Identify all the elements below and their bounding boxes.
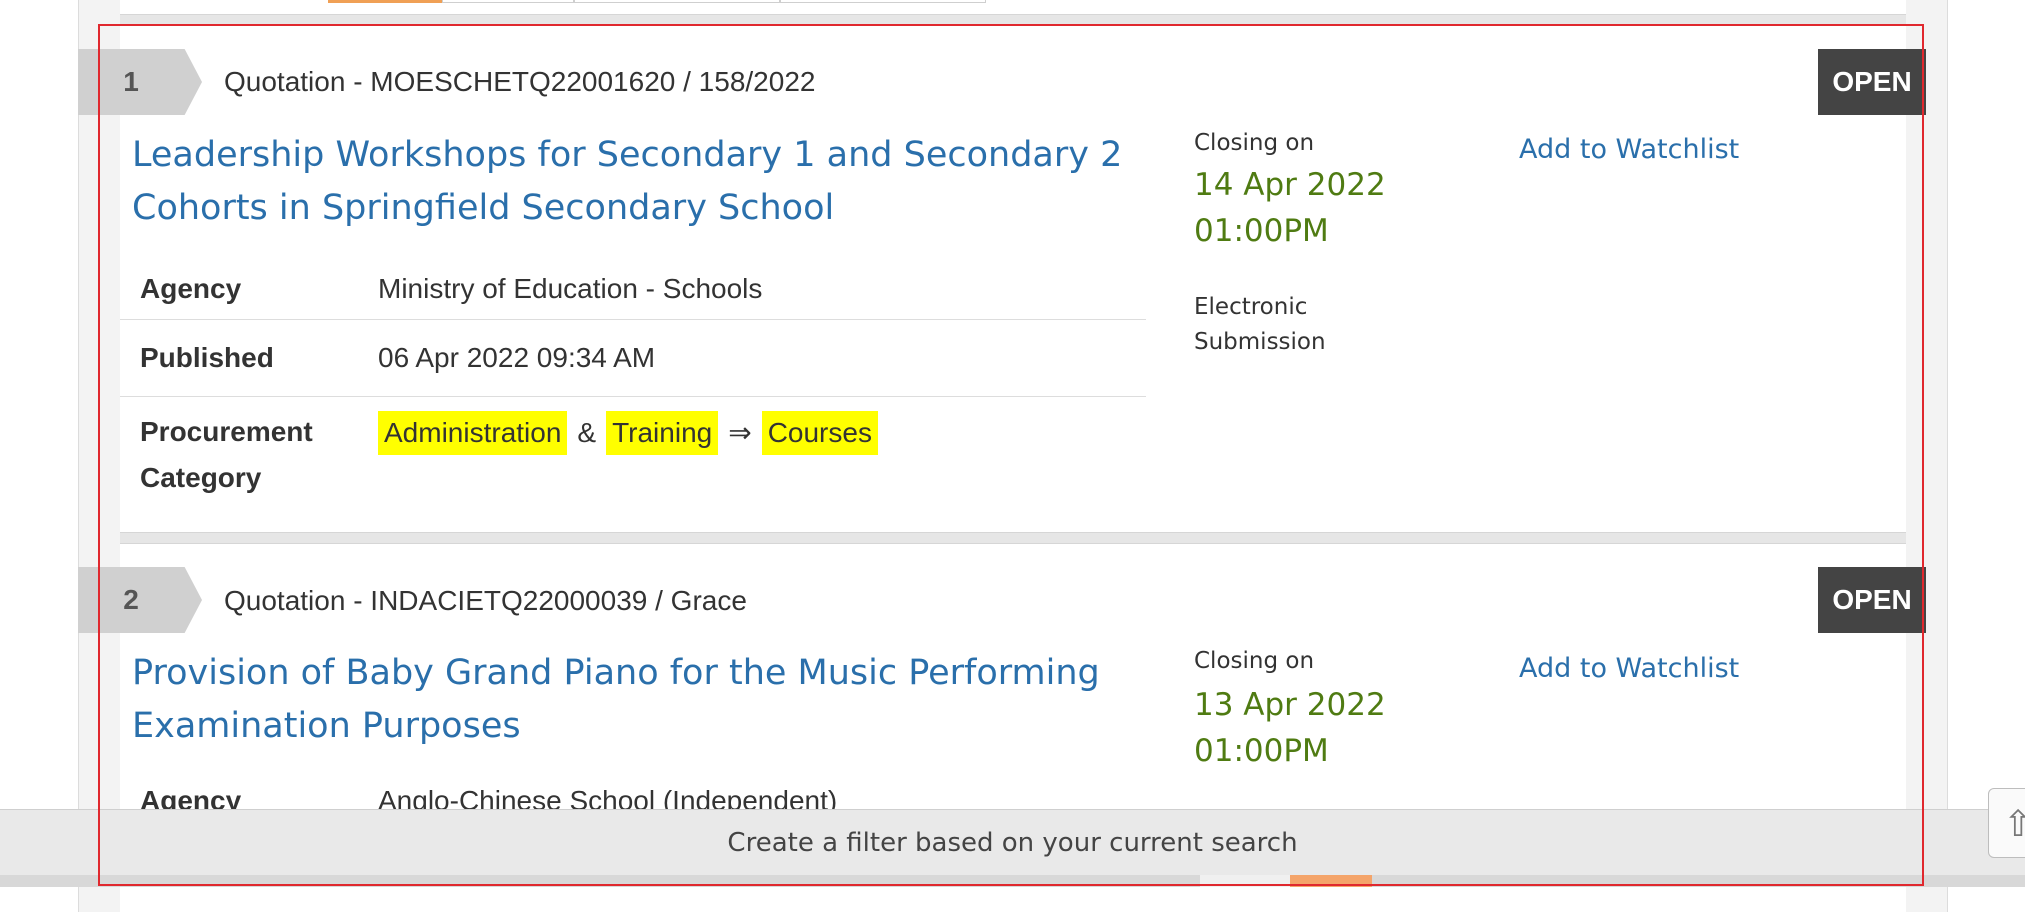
tender-title-line: Leadership Workshops for Secondary 1 and… xyxy=(132,135,1123,175)
page-margin-left xyxy=(0,0,78,912)
add-to-watchlist-link[interactable]: Add to Watchlist xyxy=(1519,653,1739,684)
section-divider xyxy=(120,14,1906,26)
closing-time: 01:00PM xyxy=(1194,733,1329,769)
tender-title-line: Cohorts in Springfield Secondary School xyxy=(132,188,835,228)
closing-label: Closing on xyxy=(1194,648,1315,674)
closing-date: 13 Apr 2022 xyxy=(1194,687,1386,723)
procurement-category: Administration & Training ⇒ Courses xyxy=(378,409,878,455)
closing-label: Closing on xyxy=(1194,130,1315,156)
submission-line: Submission xyxy=(1194,329,1326,355)
detail-label: Agency xyxy=(140,272,242,304)
result-rank-badge: 1 xyxy=(78,49,202,115)
submission-type: Electronic Submission xyxy=(1194,290,1354,360)
closing-date: 14 Apr 2022 xyxy=(1194,167,1386,203)
category-highlight: Training xyxy=(606,411,719,455)
submission-line: Electronic xyxy=(1194,294,1308,320)
detail-label: Procurement Category xyxy=(120,409,378,501)
category-separator: & xyxy=(577,417,597,448)
detail-label-line: Category xyxy=(140,462,262,493)
category-arrow: ⇒ xyxy=(728,417,752,448)
scroll-to-top-button[interactable]: ⇧ xyxy=(1988,788,2025,858)
create-filter-label: Create a filter based on your current se… xyxy=(727,828,1298,858)
result-rank-number: 1 xyxy=(123,66,139,97)
detail-row-category: Procurement Category Administration & Trai… xyxy=(120,397,1146,503)
result-rank-number: 2 xyxy=(123,584,139,615)
arrow-up-icon: ⇧ xyxy=(2003,803,2025,844)
detail-label: Published xyxy=(140,342,274,373)
tender-reference: Quotation - MOESCHETQ22001620 / 158/2022 xyxy=(224,66,816,97)
tender-title-link[interactable]: Leadership Workshops for Secondary 1 and… xyxy=(132,129,1132,235)
status-badge: OPEN xyxy=(1818,49,1926,115)
bottom-tab xyxy=(1200,875,1290,887)
tender-title-line: Examination Purposes xyxy=(132,706,521,746)
category-highlight: Courses xyxy=(761,411,878,455)
bottom-toolbar-edge xyxy=(0,875,2025,887)
create-filter-bar[interactable]: Create a filter based on your current se… xyxy=(0,809,2025,876)
detail-row-agency: Agency Ministry of Education - Schools xyxy=(120,258,1146,320)
tender-details-table: Agency Ministry of Education - Schools P… xyxy=(120,258,1146,503)
add-to-watchlist-link[interactable]: Add to Watchlist xyxy=(1519,134,1739,165)
bottom-tab-active xyxy=(1290,875,1372,887)
detail-value: 06 Apr 2022 09:34 AM xyxy=(378,342,656,373)
detail-label-line: Procurement xyxy=(140,416,313,447)
section-divider xyxy=(120,532,1906,544)
status-badge: OPEN xyxy=(1818,567,1926,633)
category-highlight: Administration xyxy=(378,411,568,455)
tender-title-line: Provision of Baby Grand Piano for the Mu… xyxy=(132,653,1100,693)
closing-datetime: 13 Apr 2022 01:00PM xyxy=(1194,682,1386,774)
closing-time: 01:00PM xyxy=(1194,213,1329,249)
result-rank-badge: 2 xyxy=(78,567,202,633)
closing-datetime: 14 Apr 2022 01:00PM xyxy=(1194,162,1386,254)
tender-reference: Quotation - INDACIETQ22000039 / Grace xyxy=(224,585,747,616)
detail-row-published: Published 06 Apr 2022 09:34 AM xyxy=(120,320,1146,397)
detail-value: Ministry of Education - Schools xyxy=(378,272,763,304)
tender-title-link[interactable]: Provision of Baby Grand Piano for the Mu… xyxy=(132,647,1132,753)
